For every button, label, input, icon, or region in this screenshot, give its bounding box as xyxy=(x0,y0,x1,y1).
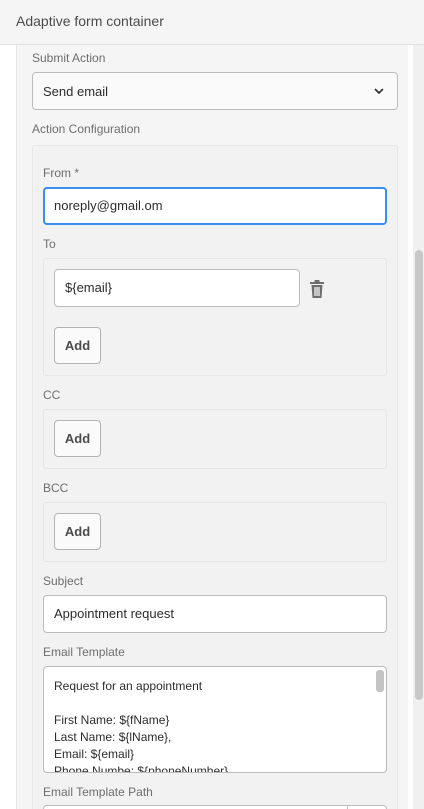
subject-field[interactable]: Appointment request xyxy=(43,595,387,633)
email-template-label: Email Template xyxy=(43,645,125,659)
from-label: From * xyxy=(43,166,79,180)
textarea-scrollbar[interactable] xyxy=(376,670,384,692)
template-line: First Name: ${fName} xyxy=(54,713,170,727)
email-template-textarea[interactable]: Request for an appointment First Name: $… xyxy=(43,666,387,773)
panel-title: Adaptive form container xyxy=(16,13,164,29)
email-template-path-field[interactable] xyxy=(43,805,387,809)
template-line: Request for an appointment xyxy=(54,679,203,693)
to-label: To xyxy=(43,237,56,251)
action-configuration-label: Action Configuration xyxy=(32,122,141,136)
add-to-button[interactable]: Add xyxy=(54,327,101,364)
submit-action-label: Submit Action xyxy=(32,51,106,65)
panel-header: Adaptive form container xyxy=(0,0,424,45)
chevron-down-icon xyxy=(374,88,384,94)
subject-label: Subject xyxy=(43,574,84,588)
add-bcc-button[interactable]: Add xyxy=(54,513,101,550)
email-template-path-label: Email Template Path xyxy=(43,785,153,799)
panel-scrollbar[interactable] xyxy=(415,250,423,700)
submit-action-value: Send email xyxy=(43,84,109,99)
submit-action-select[interactable]: Send email xyxy=(32,72,398,110)
bcc-label: BCC xyxy=(43,481,69,495)
template-line: Last Name: ${lName}, xyxy=(54,730,172,744)
cc-label: CC xyxy=(43,388,61,402)
properties-panel: Submit Action Send email Action Configur… xyxy=(16,45,408,809)
trash-icon[interactable] xyxy=(308,279,326,299)
to-field[interactable]: ${email} xyxy=(54,269,300,307)
template-line: Phone Numbe: ${phoneNumber} xyxy=(54,764,229,773)
add-cc-button[interactable]: Add xyxy=(54,420,101,457)
template-line: Email: ${email} xyxy=(54,747,135,761)
from-field[interactable]: noreply@gmail.om xyxy=(43,187,387,225)
